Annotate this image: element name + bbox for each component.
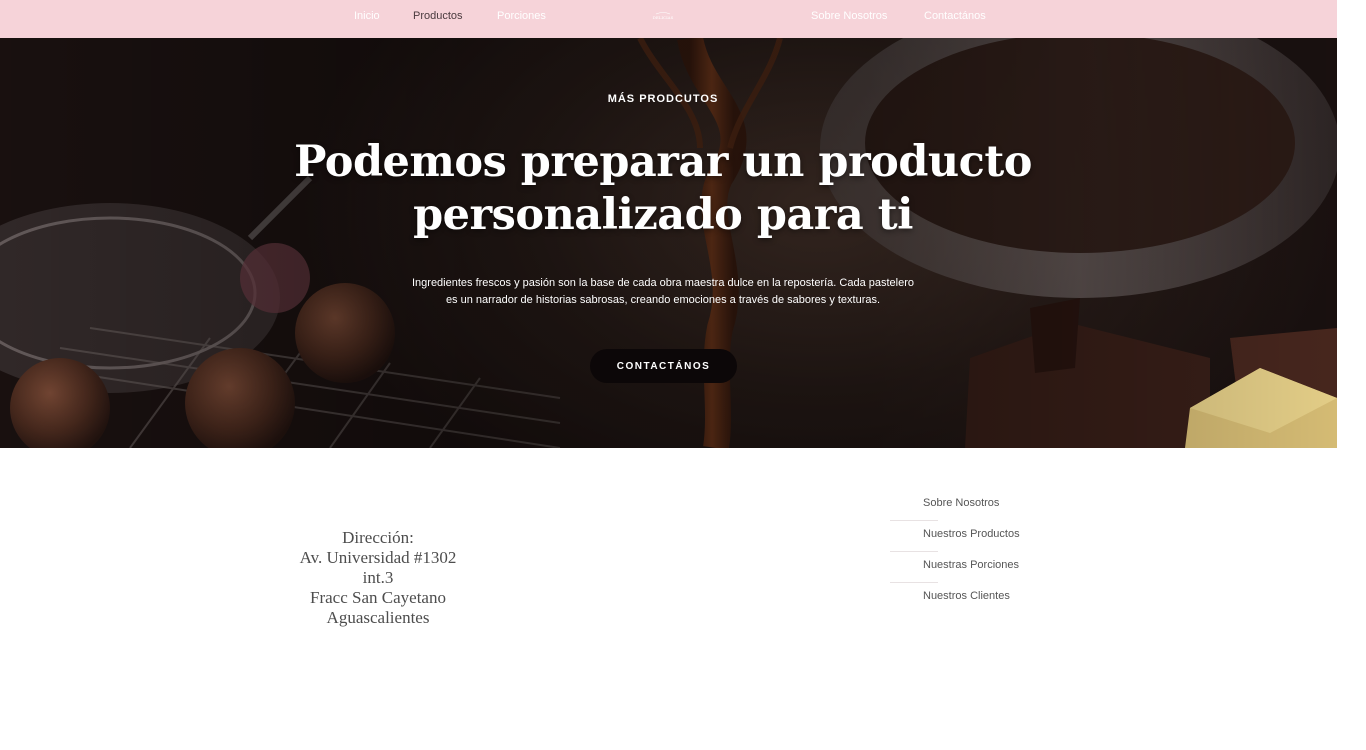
hero-headline-line-1: Podemos preparar un producto (294, 137, 1032, 187)
hero-description: Ingredientes frescos y pasión son la bas… (393, 275, 933, 309)
footer-link-label: Nuestros Clientes (923, 590, 1010, 602)
footer-link-label: Nuestros Productos (923, 528, 1020, 540)
footer-link-sobre-nosotros[interactable]: Sobre Nosotros (890, 490, 1090, 521)
footer-link-nuestros-productos[interactable]: Nuestros Productos (890, 521, 1090, 552)
nav-link-productos[interactable]: Productos (413, 10, 463, 22)
hero-banner: MÁS PRODCUTOS Podemos preparar un produc… (0, 38, 1337, 448)
hero-description-line-1: Ingredientes frescos y pasión son la bas… (411, 277, 915, 289)
footer-link-nuestros-clientes[interactable]: Nuestros Clientes (890, 583, 1090, 614)
logo-wordmark: DELICIAS (652, 15, 674, 20)
footer-link-label: Nuestras Porciones (923, 559, 1019, 571)
hero-headline: Podemos preparar un producto personaliza… (283, 136, 1043, 242)
nav-link-porciones[interactable]: Porciones (497, 10, 546, 22)
top-navbar: Inicio Productos Porciones DELICIAS Sobr… (0, 0, 1337, 38)
address-line: Aguascalientes (326, 608, 430, 627)
nav-link-sobre-nosotros[interactable]: Sobre Nosotros (811, 10, 887, 22)
address-line: int.3 (362, 568, 394, 587)
hero-headline-line-2: personalizado para ti (413, 190, 913, 240)
address-label: Dirección: (342, 528, 414, 547)
address-block: Dirección: Av. Universidad #1302 int.3 F… (288, 528, 468, 628)
contact-button[interactable]: CONTACTÁNOS (590, 349, 737, 383)
nav-link-contactanos[interactable]: Contactános (924, 10, 986, 22)
address-line: Av. Universidad #1302 (299, 548, 457, 567)
brand-logo[interactable]: DELICIAS (650, 11, 676, 25)
hero-eyebrow: MÁS PRODCUTOS (607, 93, 719, 105)
hero-description-line-2: es un narrador de historias sabrosas, cr… (445, 294, 881, 306)
nav-link-inicio[interactable]: Inicio (354, 10, 380, 22)
footer-links: Sobre Nosotros Nuestros Productos Nuestr… (890, 490, 1090, 614)
footer-link-label: Sobre Nosotros (923, 497, 1000, 509)
address-line: Fracc San Cayetano (310, 588, 446, 607)
footer-link-nuestras-porciones[interactable]: Nuestras Porciones (890, 552, 1090, 583)
